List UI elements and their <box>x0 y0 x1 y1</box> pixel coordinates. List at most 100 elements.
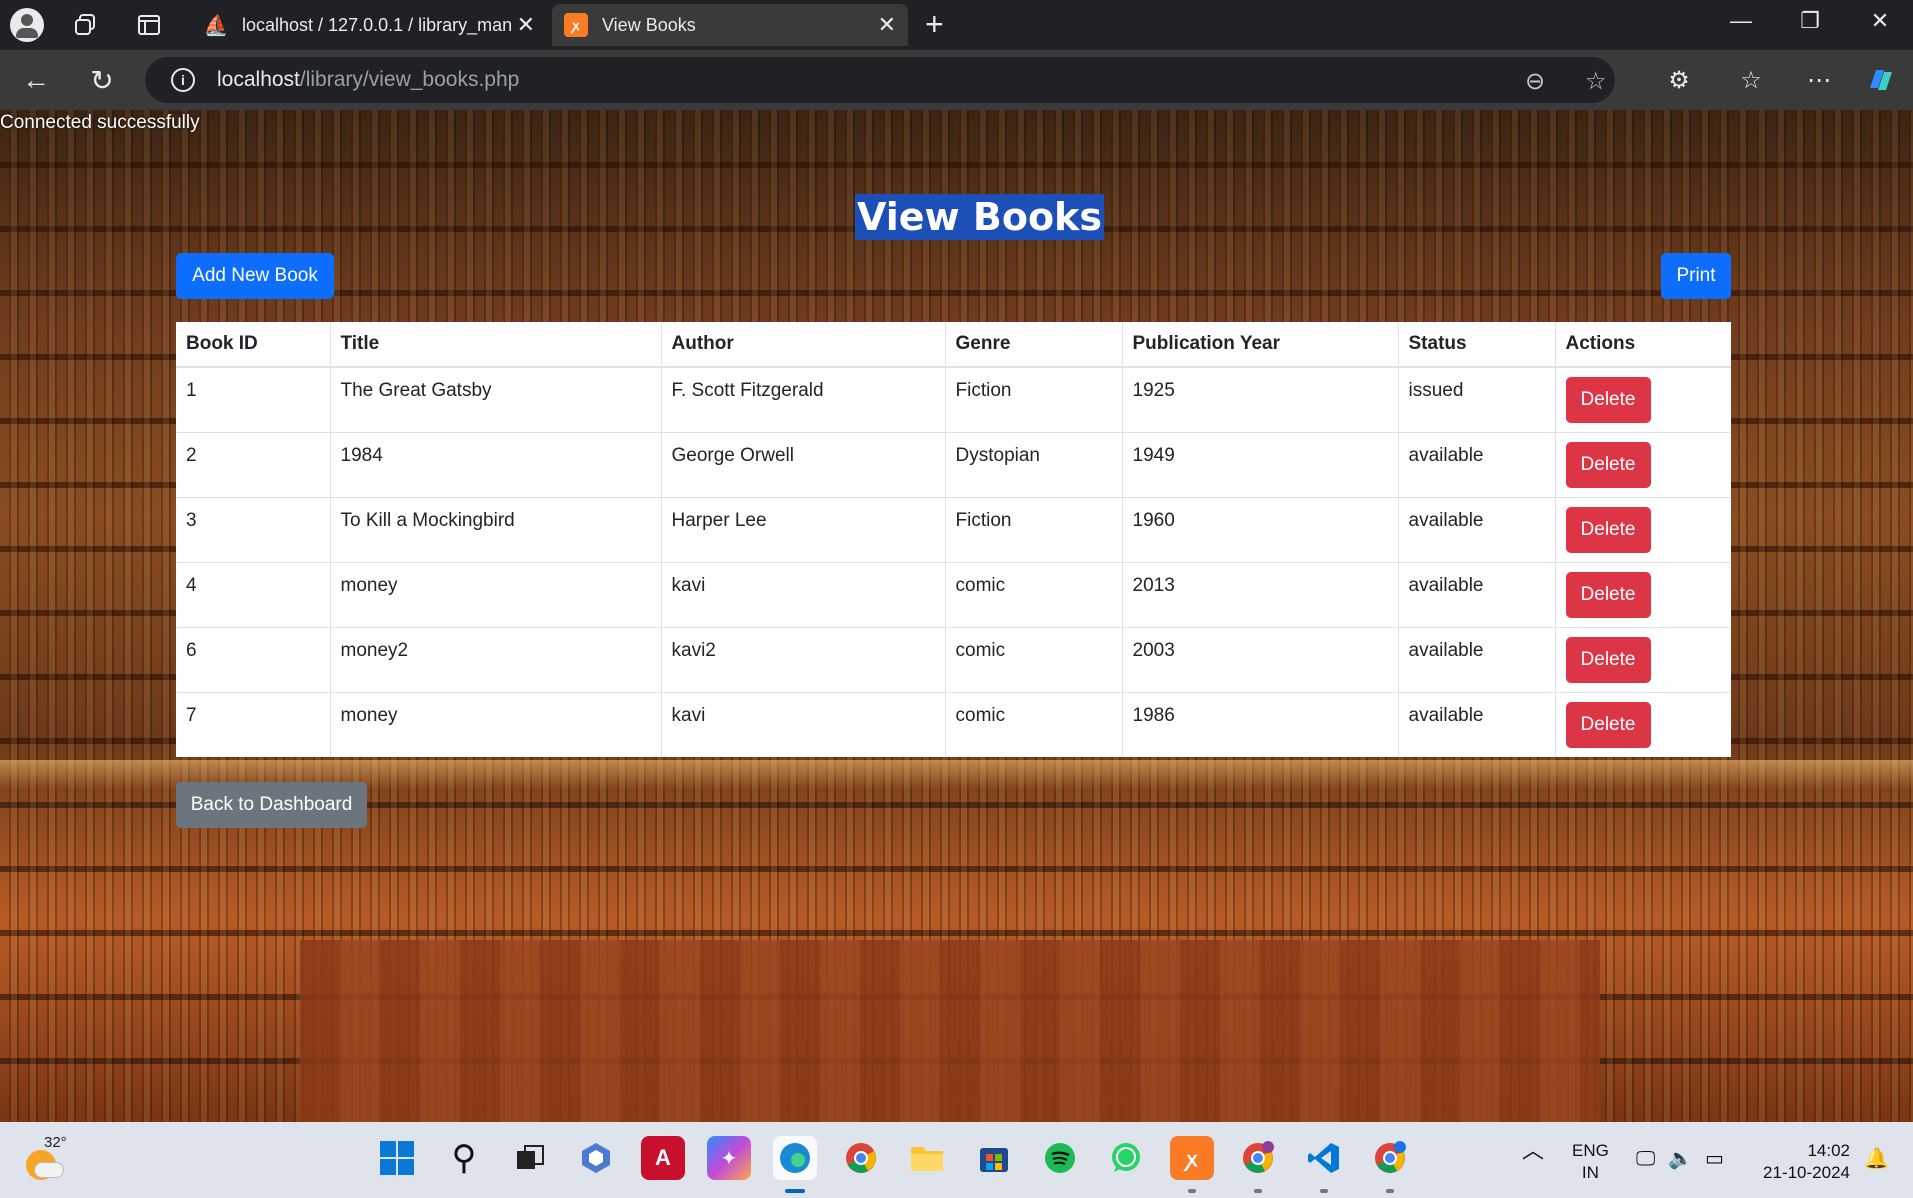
file-explorer-icon[interactable] <box>905 1136 949 1180</box>
year-cell: 1925 <box>1121 366 1398 432</box>
tab-view-books[interactable]: ꭗ View Books ✕ <box>552 4 908 46</box>
whatsapp-icon[interactable] <box>1104 1136 1148 1180</box>
book-id-cell: 6 <box>176 626 330 692</box>
close-window-icon[interactable]: ✕ <box>1860 8 1900 34</box>
connection-status: Connected successfully <box>0 112 200 133</box>
actions-cell: Delete <box>1554 561 1731 627</box>
chrome-icon[interactable] <box>839 1136 883 1180</box>
copilot-taskbar-icon[interactable]: ✦ <box>707 1136 751 1180</box>
phpmyadmin-icon: ⛵ <box>203 14 229 37</box>
volume-icon[interactable]: 🔈 <box>1668 1148 1693 1170</box>
address-bar[interactable]: i localhost/library/view_books.php ⊖ ☆ <box>145 57 1615 103</box>
chrome-profile-2-icon[interactable] <box>1368 1136 1412 1180</box>
refresh-icon[interactable]: ↻ <box>84 62 120 98</box>
title-cell: To Kill a Mockingbird <box>329 496 661 562</box>
restore-icon[interactable]: ❐ <box>1790 8 1830 34</box>
vertical-tabs-icon[interactable] <box>133 9 165 41</box>
workspaces-icon[interactable] <box>70 9 102 41</box>
zoom-icon[interactable]: ⊖ <box>1525 67 1545 96</box>
year-cell: 1949 <box>1121 431 1398 497</box>
url-host: localhost <box>217 68 300 91</box>
genre-cell: Fiction <box>944 366 1122 432</box>
show-hidden-icons-chevron-icon[interactable]: ︿ <box>1522 1140 1544 1162</box>
delete-button[interactable]: Delete <box>1565 377 1651 423</box>
books-table: Book ID Title Author Genre Publication Y… <box>176 322 1731 757</box>
delete-button[interactable]: Delete <box>1565 441 1651 488</box>
col-header-author: Author <box>660 322 945 368</box>
delete-button[interactable]: Delete <box>1565 701 1651 748</box>
search-icon[interactable]: ⚲ <box>442 1136 486 1180</box>
copilot-icon[interactable] <box>1862 62 1898 98</box>
extensions-icon[interactable]: ⚙ <box>1661 62 1697 98</box>
table-row: 3 To Kill a Mockingbird Harper Lee Ficti… <box>176 496 1731 562</box>
delete-button[interactable]: Delete <box>1565 506 1651 553</box>
back-to-dashboard-button[interactable]: Back to Dashboard <box>176 782 367 828</box>
clock[interactable]: 14:02 21-10-2024 <box>1754 1140 1850 1184</box>
url-text[interactable]: localhost/library/view_books.php <box>217 68 519 92</box>
minimize-icon[interactable]: — <box>1721 8 1761 34</box>
book-id-cell: 1 <box>176 366 330 432</box>
book-id-cell: 7 <box>176 691 330 757</box>
genre-cell: Dystopian <box>944 431 1122 497</box>
back-arrow-icon[interactable]: ← <box>18 62 54 98</box>
xampp-taskbar-icon[interactable]: ꭗ <box>1170 1136 1214 1180</box>
chrome-profile-icon[interactable] <box>1236 1136 1280 1180</box>
status-cell: available <box>1397 561 1555 627</box>
actions-cell: Delete <box>1554 626 1731 692</box>
author-cell: Harper Lee <box>660 496 945 562</box>
status-cell: available <box>1397 496 1555 562</box>
tab-phpmyadmin[interactable]: ⛵ localhost / 127.0.0.1 / library_mana ✕ <box>192 4 547 46</box>
profile-avatar-icon[interactable] <box>10 8 44 42</box>
table-row: 7 money kavi comic 1986 available Delete <box>176 691 1731 757</box>
new-tab-icon[interactable]: + <box>925 6 944 43</box>
favorite-star-icon[interactable]: ☆ <box>1585 67 1607 96</box>
close-tab-icon[interactable]: ✕ <box>878 12 896 38</box>
active-indicator <box>785 1189 805 1193</box>
author-cell: George Orwell <box>660 431 945 497</box>
year-cell: 2003 <box>1121 626 1398 692</box>
time: 14:02 <box>1807 1141 1850 1160</box>
site-info-icon[interactable]: i <box>171 68 195 92</box>
task-view-icon[interactable] <box>508 1136 552 1180</box>
more-menu-icon[interactable]: ⋯ <box>1801 62 1837 98</box>
col-header-publication-year: Publication Year <box>1121 322 1398 368</box>
running-indicator <box>1320 1189 1328 1193</box>
tab-title: View Books <box>602 14 696 35</box>
author-cell: F. Scott Fitzgerald <box>660 366 945 432</box>
col-header-title: Title <box>329 322 661 368</box>
edge-icon[interactable] <box>773 1136 817 1180</box>
actions-cell: Delete <box>1554 366 1731 432</box>
running-indicator <box>1386 1189 1394 1193</box>
start-icon[interactable] <box>375 1136 419 1180</box>
cube-app-icon[interactable] <box>574 1136 618 1180</box>
close-tab-icon[interactable]: ✕ <box>517 12 535 38</box>
delete-button[interactable]: Delete <box>1565 636 1651 683</box>
vscode-icon[interactable] <box>1302 1136 1346 1180</box>
favorites-icon[interactable]: ☆ <box>1733 62 1769 98</box>
page-title: View Books <box>855 194 1104 240</box>
spotify-icon[interactable] <box>1038 1136 1082 1180</box>
windows-taskbar: 32° ⚲ A ✦ ꭗ ︿ ENG IN 🖵 🔈 ▭ 14:02 21-10-2… <box>0 1122 1913 1198</box>
date: 21-10-2024 <box>1763 1163 1850 1182</box>
running-indicator <box>1254 1189 1262 1193</box>
network-icon[interactable]: 🖵 <box>1636 1148 1655 1170</box>
library-page: Connected successfully View Books Add Ne… <box>0 110 1913 1122</box>
battery-icon[interactable]: ▭ <box>1705 1148 1724 1170</box>
notifications-icon[interactable]: 🔔 <box>1864 1148 1889 1170</box>
acrobat-icon[interactable]: A <box>641 1136 685 1180</box>
status-cell: available <box>1397 431 1555 497</box>
actions-cell: Delete <box>1554 496 1731 562</box>
col-header-genre: Genre <box>944 322 1122 368</box>
add-new-book-button[interactable]: Add New Book <box>176 253 334 299</box>
col-header-actions: Actions <box>1554 322 1731 368</box>
author-cell: kavi <box>660 561 945 627</box>
delete-button[interactable]: Delete <box>1565 571 1651 618</box>
status-cell: available <box>1397 691 1555 757</box>
table-row: 2 1984 George Orwell Dystopian 1949 avai… <box>176 431 1731 497</box>
book-id-cell: 4 <box>176 561 330 627</box>
year-cell: 1986 <box>1121 691 1398 757</box>
print-button[interactable]: Print <box>1661 253 1731 299</box>
language-indicator[interactable]: ENG IN <box>1572 1140 1609 1184</box>
microsoft-store-icon[interactable] <box>972 1136 1016 1180</box>
weather-widget[interactable]: 32° <box>24 1134 67 1180</box>
